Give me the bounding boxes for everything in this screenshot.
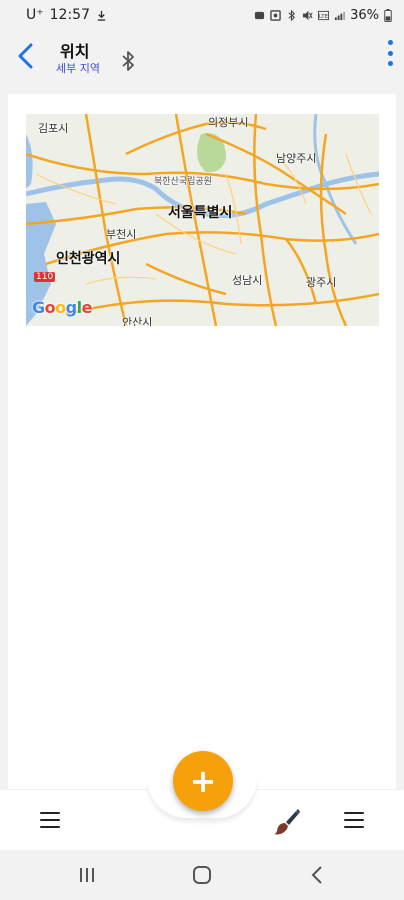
download-icon: [97, 10, 106, 21]
hamburger-line: [40, 819, 60, 821]
recent-apps-button[interactable]: [67, 855, 107, 895]
menu-dot: [387, 50, 393, 56]
hamburger-line: [40, 826, 60, 828]
status-bar: U⁺ 12:57 LTE 36%: [0, 0, 404, 30]
google-logo: Google: [32, 298, 92, 317]
status-time: 12:57: [49, 7, 90, 23]
gallery-icon: [270, 9, 281, 21]
battery-icon: [384, 8, 392, 22]
menu-dot: [387, 61, 393, 66]
carrier-label: U⁺: [26, 7, 44, 23]
add-button[interactable]: +: [173, 751, 233, 811]
app-bar: 위치 세부 지역: [0, 30, 404, 86]
battery-percent: 36%: [350, 7, 379, 23]
map-label-ansan: 안산시: [122, 316, 153, 326]
expressway-shield: 110: [34, 272, 56, 282]
system-nav-bar: [0, 850, 404, 900]
map-label-bukhansan: 북한산국립공원: [154, 177, 212, 187]
back-button[interactable]: [12, 40, 40, 72]
map-label-bucheon: 부천시: [106, 228, 137, 241]
hamburger-line: [344, 819, 364, 821]
system-back-button[interactable]: [297, 855, 337, 895]
menu-dot: [387, 40, 393, 45]
volte-icon: LTE: [318, 10, 330, 20]
bluetooth-status-icon: [288, 9, 296, 21]
notification-icon: [255, 11, 265, 19]
hamburger-line: [40, 812, 60, 814]
map-label-gimpo: 김포시: [38, 122, 69, 135]
map-label-uijeongbu: 의정부시: [208, 116, 249, 129]
home-icon: [192, 866, 211, 884]
status-right: LTE 36%: [254, 8, 392, 23]
bluetooth-icon[interactable]: [120, 50, 136, 72]
map-view[interactable]: 김포시 의정부시 남양주시 북한산국립공원 서울특별시 부천시 인천광역시 성남…: [26, 114, 379, 326]
map-label-incheon: 인천광역시: [56, 251, 121, 267]
mute-icon: [303, 10, 313, 20]
map-label-gwangju: 광주시: [306, 276, 337, 289]
home-button[interactable]: [182, 855, 222, 895]
map-label-seongnam: 성남시: [232, 274, 263, 287]
map-label-seoul: 서울특별시: [168, 205, 233, 221]
signal-icon: [335, 11, 346, 20]
hamburger-line: [344, 826, 364, 828]
status-left: U⁺ 12:57: [26, 7, 107, 23]
page-title: 위치: [60, 42, 90, 61]
map-label-namyangju: 남양주시: [276, 152, 317, 165]
recent-apps-icon: [80, 868, 95, 882]
hamburger-line: [344, 812, 364, 814]
svg-text:LTE: LTE: [319, 13, 329, 19]
sea-inlet: [26, 134, 33, 189]
page-subtitle: 세부 지역: [56, 62, 100, 75]
right-menu-button[interactable]: [344, 812, 364, 828]
system-back-icon: [311, 866, 322, 884]
paint-brush-icon[interactable]: [272, 806, 302, 836]
back-arrow-icon: [18, 43, 33, 69]
left-menu-button[interactable]: [40, 812, 60, 828]
overflow-menu-button[interactable]: [384, 38, 396, 68]
